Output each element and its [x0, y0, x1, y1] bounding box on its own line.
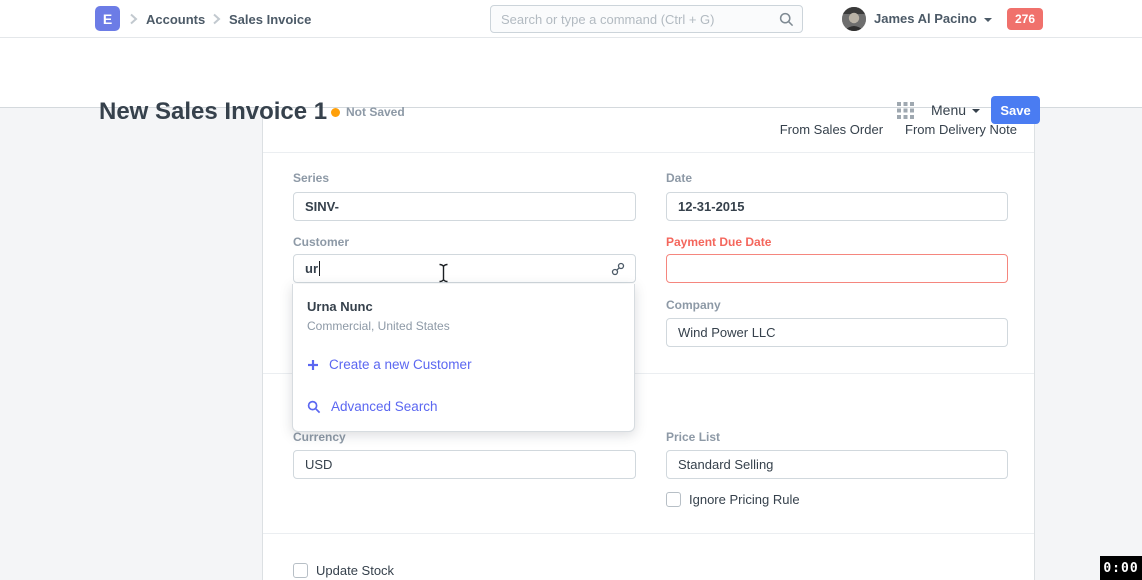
search-icon	[307, 400, 321, 414]
search-input[interactable]	[501, 6, 771, 32]
chevron-down-icon	[984, 18, 992, 22]
advanced-search-option[interactable]: Advanced Search	[307, 399, 438, 414]
result-subtitle: Commercial, United States	[307, 319, 450, 333]
user-menu[interactable]: James Al Pacino	[874, 11, 992, 26]
user-name: James Al Pacino	[874, 11, 977, 26]
chevron-down-icon	[972, 109, 980, 113]
series-input[interactable]	[293, 192, 636, 221]
app-logo[interactable]: E	[95, 6, 120, 31]
update-stock-label[interactable]: Update Stock	[316, 563, 394, 578]
app-window: E Accounts Sales Invoice James Al Pa	[0, 0, 1142, 580]
status-text: Not Saved	[346, 105, 405, 119]
price-list-input[interactable]	[666, 450, 1008, 479]
menu-button[interactable]: Menu	[931, 102, 980, 118]
currency-input[interactable]	[293, 450, 636, 479]
company-input[interactable]	[666, 318, 1008, 347]
ignore-pricing-rule-row: Ignore Pricing Rule	[666, 492, 800, 507]
series-label: Series	[293, 171, 329, 185]
avatar[interactable]	[842, 7, 866, 31]
page-head: New Sales Invoice 1 Not Saved Menu Save	[0, 38, 1142, 108]
company-label: Company	[666, 298, 1008, 312]
grid-view-icon[interactable]	[897, 102, 914, 119]
text-caret	[319, 261, 320, 276]
update-stock-checkbox[interactable]	[293, 563, 308, 578]
result-title: Urna Nunc	[307, 299, 373, 314]
plus-icon	[307, 359, 319, 371]
payment-due-date-input[interactable]	[666, 254, 1008, 283]
ibeam-mouse-cursor	[438, 263, 449, 283]
chevron-right-icon	[129, 13, 138, 25]
customer-label: Customer	[293, 235, 349, 249]
not-saved-dot-icon	[331, 108, 340, 117]
global-search	[490, 5, 803, 33]
date-label: Date	[666, 171, 1008, 185]
from-sales-order-button[interactable]: From Sales Order	[780, 122, 883, 137]
customer-input[interactable]: ur	[293, 254, 636, 283]
price-list-label: Price List	[666, 430, 1008, 444]
create-new-customer-option[interactable]: Create a new Customer	[307, 357, 472, 372]
payment-due-date-label: Payment Due Date	[666, 235, 1008, 249]
avatar-photo	[842, 7, 866, 31]
breadcrumb-sales-invoice[interactable]: Sales Invoice	[229, 12, 311, 27]
breadcrumb-accounts[interactable]: Accounts	[146, 12, 205, 27]
update-stock-row: Update Stock	[293, 563, 394, 578]
notifications-badge[interactable]: 276	[1007, 8, 1043, 30]
menu-label: Menu	[931, 102, 966, 118]
create-new-customer-label: Create a new Customer	[329, 357, 472, 372]
ignore-pricing-rule-label[interactable]: Ignore Pricing Rule	[689, 492, 800, 507]
page-title: New Sales Invoice 1	[99, 98, 327, 126]
section-divider	[263, 533, 1034, 534]
date-input[interactable]	[666, 192, 1008, 221]
customer-typed-text: ur	[305, 261, 318, 276]
chevron-right-icon	[212, 13, 221, 25]
save-button[interactable]: Save	[991, 96, 1040, 124]
section-divider	[263, 152, 1034, 153]
currency-label: Currency	[293, 430, 346, 444]
recording-timer: 0:00	[1100, 556, 1142, 580]
customer-autocomplete-dropdown: Urna Nunc Commercial, United States Crea…	[292, 284, 635, 432]
navbar: E Accounts Sales Invoice James Al Pa	[0, 0, 1142, 38]
ignore-pricing-rule-checkbox[interactable]	[666, 492, 681, 507]
search-icon[interactable]	[779, 12, 794, 27]
link-icon[interactable]	[611, 262, 625, 276]
from-delivery-note-button[interactable]: From Delivery Note	[905, 122, 1017, 137]
advanced-search-label: Advanced Search	[331, 399, 438, 414]
form-quick-actions: From Sales Order From Delivery Note	[780, 122, 1017, 137]
status-indicator: Not Saved	[331, 105, 405, 119]
